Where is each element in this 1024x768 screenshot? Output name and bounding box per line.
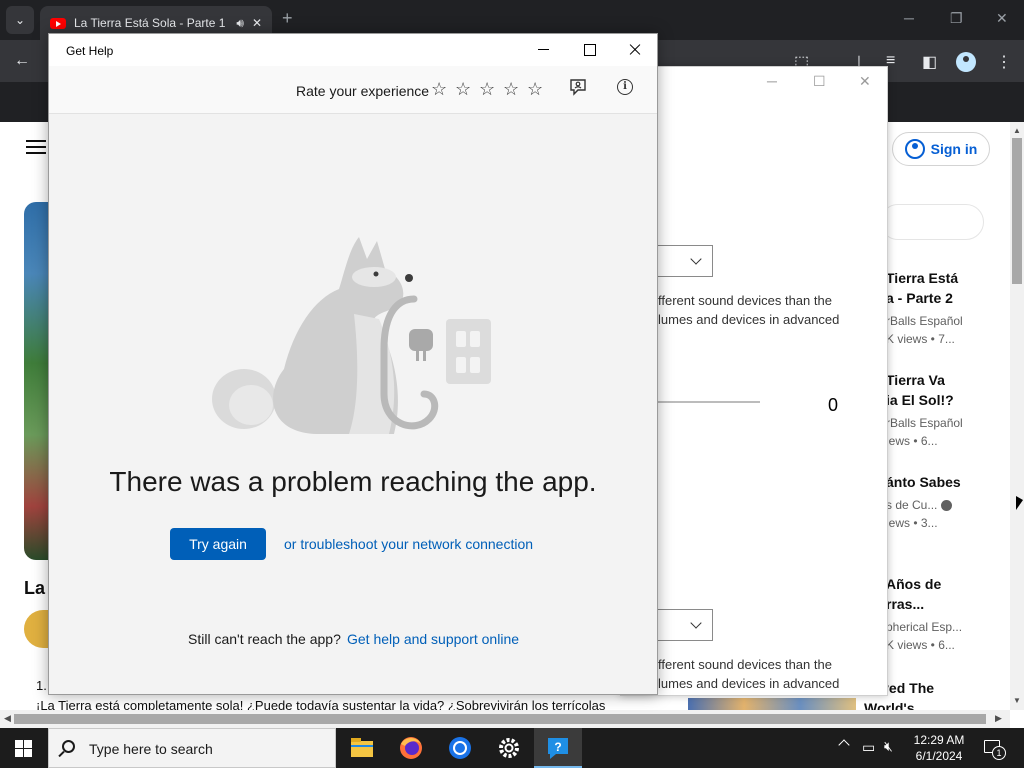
- date-label: 6/1/2024: [915, 749, 963, 763]
- clock[interactable]: 12:29 AM 6/1/2024: [906, 732, 972, 764]
- rating-header: Rate your experience ☆ ☆ ☆ ☆ ☆ i: [49, 66, 657, 114]
- settings-close-button[interactable]: ✕: [859, 73, 871, 90]
- recommendation-item[interactable]: ánto Sabes s de Cu... iews • 3...: [886, 472, 996, 532]
- tab-close-icon[interactable]: ✕: [252, 16, 262, 30]
- show-hidden-icons-icon[interactable]: [838, 739, 850, 751]
- close-button[interactable]: [627, 41, 643, 57]
- youtube-favicon-icon: [50, 17, 66, 29]
- recommendation-item[interactable]: Años de rras... pherical Esp... K views …: [886, 574, 996, 654]
- output-device-dropdown[interactable]: [651, 245, 713, 277]
- recommendation-item[interactable]: Tierra Está a - Parte 2 rBalls Español K…: [886, 268, 996, 348]
- description-number: 1.: [36, 678, 47, 693]
- page-scrollbar[interactable]: ▲ ▼: [1010, 122, 1024, 710]
- time-label: 12:29 AM: [913, 733, 965, 747]
- star-1-icon[interactable]: ☆: [431, 79, 447, 100]
- firefox-icon[interactable]: [387, 728, 435, 768]
- still-cant-reach-label: Still can't reach the app?: [188, 631, 341, 647]
- disconnected-dog-illustration: [212, 237, 491, 434]
- mouse-cursor-icon: [1016, 496, 1023, 510]
- scrollbar-thumb[interactable]: [14, 714, 986, 724]
- svg-text:?: ?: [554, 740, 561, 754]
- windows-start-icon[interactable]: [0, 728, 48, 768]
- troubleshoot-network-link[interactable]: or troubleshoot your network connection: [284, 536, 533, 552]
- search-placeholder: Type here to search: [89, 741, 213, 757]
- horizontal-scrollbar[interactable]: ◀ ▶: [0, 710, 1010, 728]
- settings-description: fferent sound devices than the lumes and…: [658, 657, 840, 691]
- back-arrow-icon[interactable]: ←: [14, 52, 30, 70]
- scroll-right-icon[interactable]: ▶: [995, 713, 1002, 724]
- volume-slider[interactable]: [658, 401, 760, 403]
- notification-badge: 1: [992, 746, 1006, 760]
- settings-maximize-button[interactable]: ☐: [813, 73, 826, 90]
- scroll-down-icon[interactable]: ▼: [1013, 696, 1021, 705]
- browser-restore-button[interactable]: ❐: [950, 10, 963, 27]
- recommendation-item[interactable]: Tierra Va ia El Sol!? rBalls Español iew…: [886, 370, 996, 450]
- video-description: ¡La Tierra está completamente sola! ¿Pue…: [36, 698, 606, 710]
- verified-icon: [940, 500, 952, 512]
- scroll-up-icon[interactable]: ▲: [1013, 126, 1021, 135]
- filter-chip[interactable]: [880, 204, 984, 240]
- try-again-button[interactable]: Try again: [170, 528, 266, 560]
- chrome-icon[interactable]: [436, 728, 484, 768]
- settings-description: fferent sound devices than the lumes and…: [658, 293, 840, 327]
- info-icon[interactable]: i: [617, 79, 633, 95]
- taskbar: Type here to search ? ▭ 🔇︎ 12:29 AM 6/1/…: [0, 728, 1024, 768]
- scrollbar-thumb[interactable]: [1012, 138, 1022, 284]
- sign-in-label: Sign in: [930, 141, 978, 157]
- error-message: There was a problem reaching the app.: [109, 466, 597, 497]
- input-device-dropdown[interactable]: [651, 609, 713, 641]
- window-title: Get Help: [66, 44, 114, 58]
- speaker-icon[interactable]: 🔊︎: [236, 16, 244, 31]
- star-2-icon[interactable]: ☆: [455, 79, 471, 100]
- channel-name: s de Cu...: [886, 498, 938, 512]
- volume-value: 0: [828, 395, 839, 415]
- sign-in-button[interactable]: Sign in: [892, 132, 990, 166]
- browser-minimize-button[interactable]: ─: [904, 10, 914, 26]
- maximize-button[interactable]: [582, 41, 598, 57]
- search-icon: [62, 740, 75, 753]
- browser-close-button[interactable]: ✕: [996, 10, 1008, 27]
- rate-label: Rate your experience: [296, 83, 430, 99]
- menu-kebab-icon[interactable]: ⋮: [996, 52, 1012, 72]
- side-panel-icon[interactable]: ◧: [922, 52, 937, 72]
- settings-icon[interactable]: [485, 728, 533, 768]
- volume-muted-icon[interactable]: 🔇︎: [884, 738, 893, 755]
- title-bar: Get Help: [49, 34, 657, 66]
- channel-avatar[interactable]: [24, 610, 50, 648]
- minimize-button[interactable]: [536, 41, 552, 57]
- profile-icon[interactable]: [956, 52, 976, 72]
- scroll-left-icon[interactable]: ◀: [4, 713, 11, 724]
- tab-title: La Tierra Está Sola - Parte 1: [74, 16, 226, 30]
- get-help-window: Get Help Rate your experience ☆ ☆ ☆ ☆ ☆ …: [48, 33, 658, 695]
- video-title: La: [24, 578, 46, 598]
- star-4-icon[interactable]: ☆: [503, 79, 519, 100]
- sound-settings-window: ─ ☐ ✕ fferent sound devices than the lum…: [620, 66, 888, 696]
- file-explorer-icon[interactable]: [338, 728, 386, 768]
- recommendation-thumbnail[interactable]: [688, 698, 856, 710]
- tab-search-button[interactable]: ⌄: [6, 6, 34, 34]
- settings-scrollbar[interactable]: [887, 177, 888, 403]
- star-5-icon[interactable]: ☆: [527, 79, 543, 100]
- new-tab-button[interactable]: +: [282, 8, 293, 29]
- star-3-icon[interactable]: ☆: [479, 79, 495, 100]
- hamburger-menu-icon[interactable]: [26, 140, 46, 154]
- settings-minimize-button[interactable]: ─: [767, 73, 777, 89]
- feedback-icon[interactable]: [569, 78, 587, 96]
- get-help-icon[interactable]: ?: [534, 728, 582, 768]
- account-icon: [904, 139, 925, 159]
- taskbar-search-box[interactable]: Type here to search: [48, 728, 336, 768]
- support-online-link[interactable]: Get help and support online: [347, 631, 519, 647]
- network-icon[interactable]: ▭: [862, 739, 875, 756]
